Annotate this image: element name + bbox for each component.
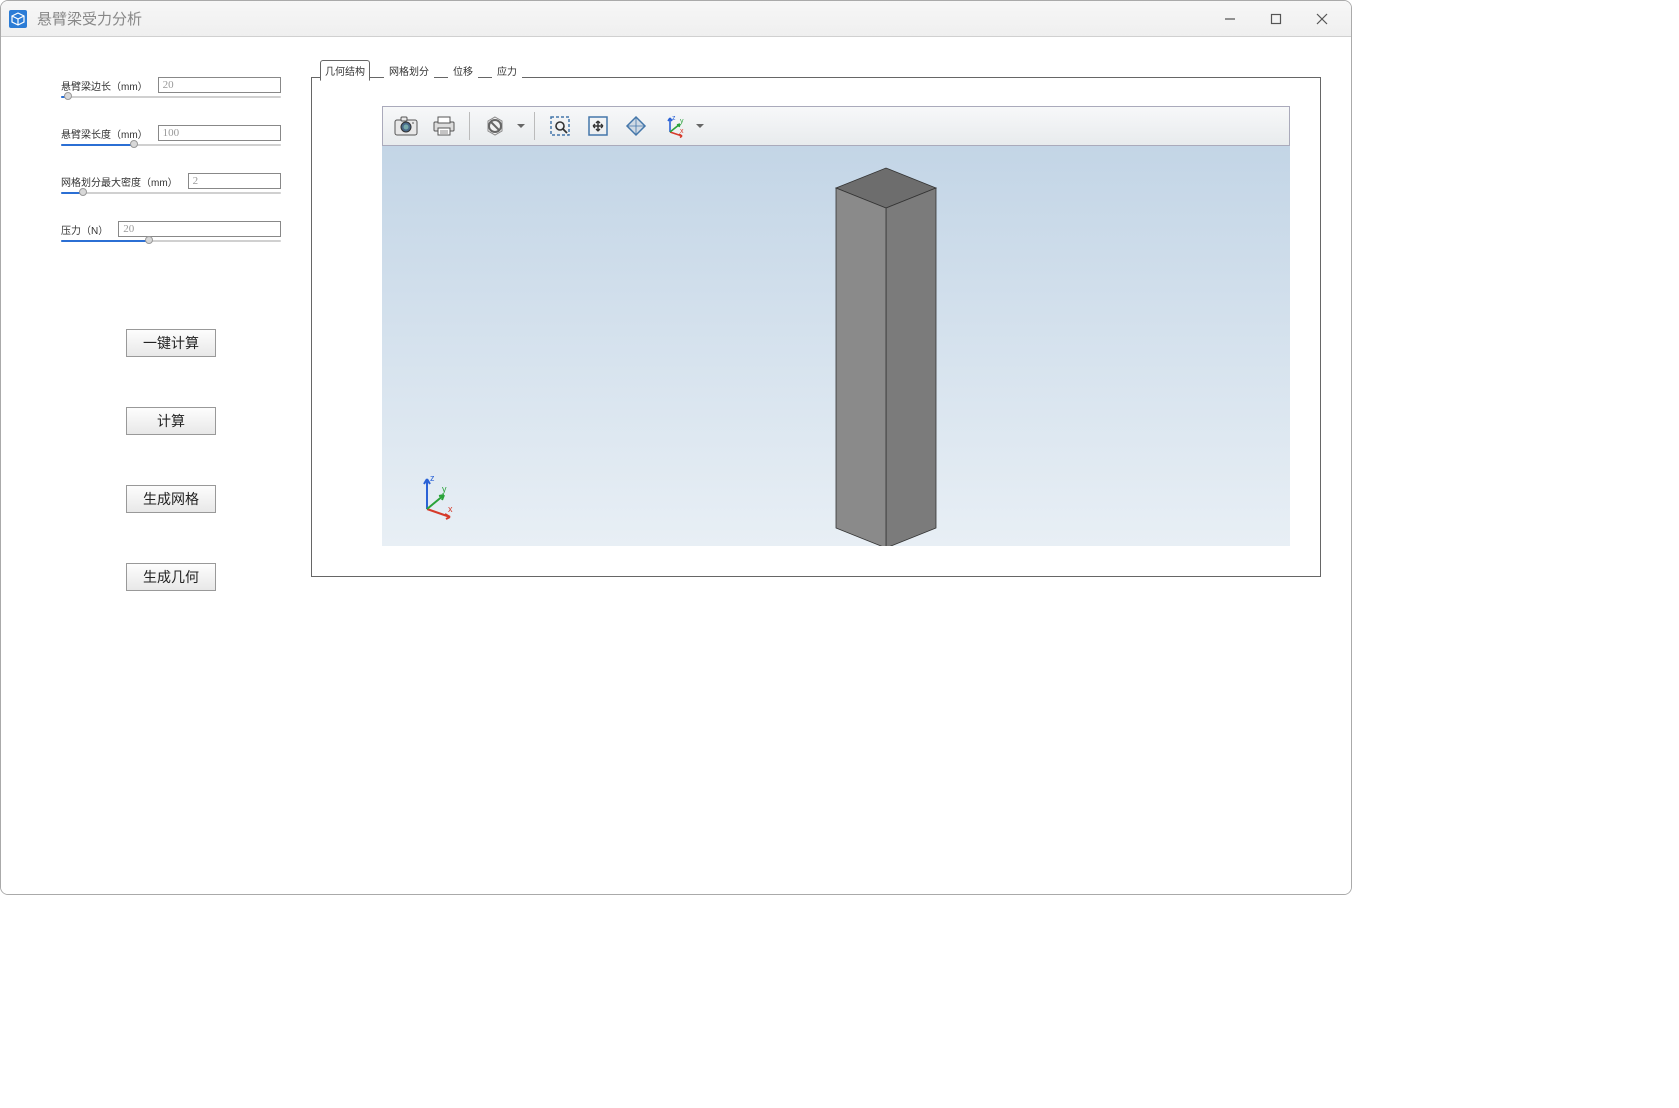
sidebar: 悬臂梁边长（mm） 悬臂梁长度（mm） 网格 xyxy=(1,37,311,894)
tabs: 几何结构 网格划分 位移 应力 xyxy=(320,60,522,81)
param-mesh-density-slider[interactable] xyxy=(61,191,281,195)
tab-displacement[interactable]: 位移 xyxy=(448,60,478,81)
sidebar-buttons: 一键计算 计算 生成网格 生成几何 xyxy=(61,329,281,591)
axes-icon: z x y xyxy=(662,114,686,138)
viewport-wrap: z x y xyxy=(382,106,1290,546)
generate-geometry-button[interactable]: 生成几何 xyxy=(126,563,216,591)
snapshot-button[interactable] xyxy=(389,110,423,142)
param-edge: 悬臂梁边长（mm） xyxy=(61,77,281,99)
generate-mesh-button[interactable]: 生成网格 xyxy=(126,485,216,513)
param-pressure-input[interactable] xyxy=(118,221,281,237)
param-edge-slider[interactable] xyxy=(61,95,281,99)
diamond-icon xyxy=(625,115,647,137)
param-length-label: 悬臂梁长度（mm） xyxy=(61,126,148,141)
camera-icon xyxy=(394,116,418,136)
viewport-toolbar: z x y xyxy=(382,106,1290,146)
print-button[interactable] xyxy=(427,110,461,142)
zoom-box-button[interactable] xyxy=(543,110,577,142)
filter-dropdown[interactable] xyxy=(516,124,526,128)
beam-geometry xyxy=(816,158,966,546)
axes-dropdown[interactable] xyxy=(695,124,705,128)
coord-sys-gizmo: z x y xyxy=(412,471,462,526)
svg-text:y: y xyxy=(680,118,684,125)
param-edge-label: 悬臂梁边长（mm） xyxy=(61,78,148,93)
minimize-button[interactable] xyxy=(1207,4,1253,34)
axis-x-label: x xyxy=(448,504,453,514)
param-mesh-density-input[interactable] xyxy=(188,173,281,189)
transparency-button[interactable] xyxy=(619,110,653,142)
viewer-panel: 几何结构 网格划分 位移 应力 xyxy=(311,77,1321,577)
axis-y-label: y xyxy=(442,484,447,494)
tab-mesh[interactable]: 网格划分 xyxy=(384,60,434,81)
app-window: 悬臂梁受力分析 悬臂梁边长（mm） xyxy=(0,0,1352,895)
coord-axes-button[interactable]: z x y xyxy=(657,110,691,142)
param-pressure: 压力（N） xyxy=(61,221,281,243)
window-title: 悬臂梁受力分析 xyxy=(37,8,1207,29)
param-length: 悬臂梁长度（mm） xyxy=(61,125,281,147)
param-edge-input[interactable] xyxy=(158,77,281,93)
param-pressure-slider[interactable] xyxy=(61,239,281,243)
app-icon xyxy=(7,8,29,30)
filter-button[interactable] xyxy=(478,110,512,142)
zoom-box-icon xyxy=(549,115,571,137)
close-button[interactable] xyxy=(1299,4,1345,34)
tab-geometry[interactable]: 几何结构 xyxy=(320,60,370,81)
param-mesh-density: 网格划分最大密度（mm） xyxy=(61,173,281,195)
toolbar-separator xyxy=(469,112,470,140)
printer-icon xyxy=(433,116,455,136)
tab-stress[interactable]: 应力 xyxy=(492,60,522,81)
axis-z-label: z xyxy=(430,473,435,483)
viewer-area: 几何结构 网格划分 位移 应力 xyxy=(311,37,1351,894)
no-entry-icon xyxy=(484,115,506,137)
viewport-3d[interactable]: z x y xyxy=(382,146,1290,546)
param-pressure-label: 压力（N） xyxy=(61,222,108,237)
toolbar-separator xyxy=(534,112,535,140)
content-area: 悬臂梁边长（mm） 悬臂梁长度（mm） 网格 xyxy=(1,37,1351,894)
param-mesh-density-label: 网格划分最大密度（mm） xyxy=(61,174,178,189)
extents-icon xyxy=(587,115,609,137)
titlebar: 悬臂梁受力分析 xyxy=(1,1,1351,37)
svg-text:x: x xyxy=(680,128,684,135)
param-length-slider[interactable] xyxy=(61,143,281,147)
zoom-extents-button[interactable] xyxy=(581,110,615,142)
svg-text:z: z xyxy=(672,115,676,122)
compute-button[interactable]: 计算 xyxy=(126,407,216,435)
maximize-button[interactable] xyxy=(1253,4,1299,34)
one-click-compute-button[interactable]: 一键计算 xyxy=(126,329,216,357)
param-length-input[interactable] xyxy=(158,125,281,141)
